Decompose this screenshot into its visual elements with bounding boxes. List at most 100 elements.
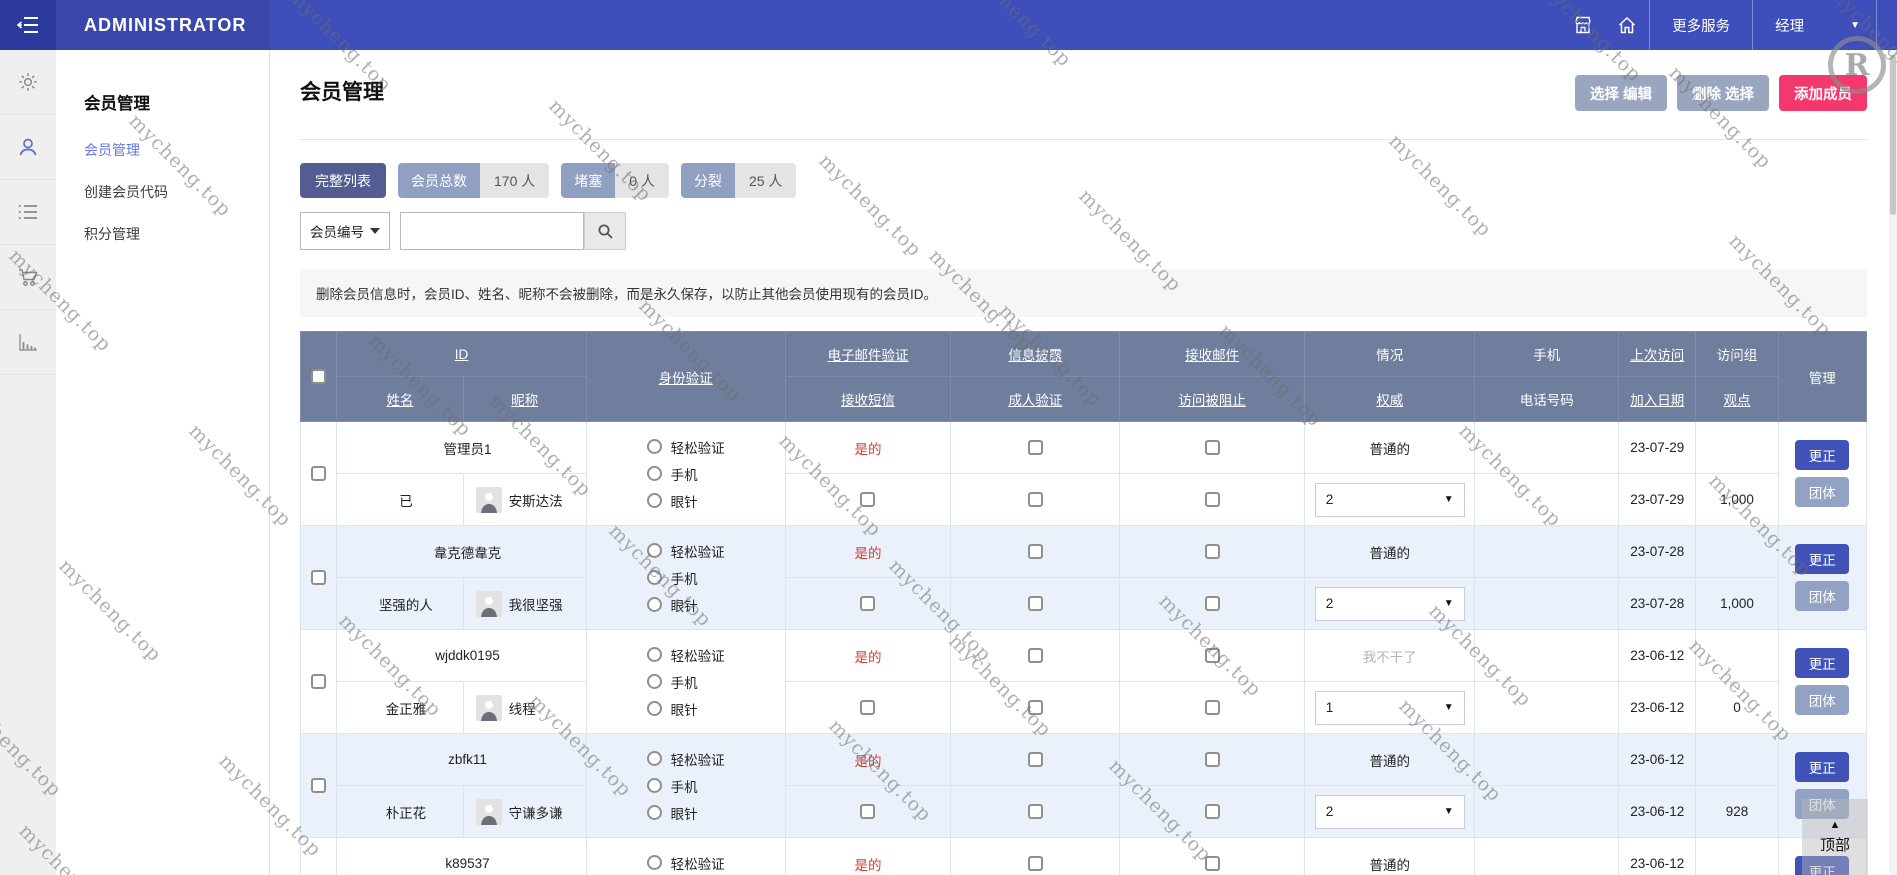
auth-radio[interactable]: 手机 <box>647 672 725 692</box>
members-icon[interactable] <box>0 115 56 180</box>
select-edit-button[interactable]: 选择 编辑 <box>1575 75 1667 111</box>
auth-radio[interactable]: 轻松验证 <box>647 853 725 873</box>
filter-full-list[interactable]: 完整列表 <box>300 163 386 198</box>
column-header[interactable]: 加入日期 <box>1630 393 1684 408</box>
auth-radio[interactable]: 轻松验证 <box>647 749 725 769</box>
info-disclosure-checkbox[interactable] <box>1028 440 1043 455</box>
info-disclosure-checkbox[interactable] <box>1028 752 1043 767</box>
search-button[interactable] <box>584 212 626 250</box>
auth-radio[interactable]: 眼针 <box>647 803 725 823</box>
add-member-button[interactable]: 添加成员 <box>1779 75 1867 111</box>
sidebar-item[interactable]: 创建会员代码 <box>84 182 269 202</box>
column-header[interactable]: 姓名 <box>386 393 413 408</box>
points: 0 <box>1696 682 1778 734</box>
column-header[interactable]: 身份验证 <box>659 371 713 386</box>
receive-mail-checkbox[interactable] <box>1205 544 1220 559</box>
adult-verify-checkbox[interactable] <box>1028 804 1043 819</box>
access-blocked-checkbox[interactable] <box>1205 804 1220 819</box>
auth-radio[interactable]: 轻松验证 <box>647 645 725 665</box>
store-icon[interactable] <box>1561 0 1605 50</box>
list-icon[interactable] <box>0 180 56 245</box>
receive-mail-checkbox[interactable] <box>1205 752 1220 767</box>
scrollbar-thumb[interactable] <box>1890 55 1896 215</box>
receive-mail-checkbox[interactable] <box>1205 648 1220 663</box>
auth-radio[interactable]: 手机 <box>647 464 725 484</box>
info-disclosure-checkbox[interactable] <box>1028 648 1043 663</box>
manager-menu[interactable]: 经理 ▼ <box>1752 0 1877 50</box>
join-date: 23-07-28 <box>1619 578 1696 630</box>
receive-mail-checkbox[interactable] <box>1205 440 1220 455</box>
auth-radio[interactable]: 眼针 <box>647 595 725 615</box>
row-checkbox[interactable] <box>311 674 326 689</box>
correct-button[interactable]: 更正 <box>1795 440 1849 470</box>
auth-radio[interactable]: 手机 <box>647 568 725 588</box>
receive-sms-checkbox[interactable] <box>860 804 875 819</box>
more-services-button[interactable]: 更多服务 <box>1649 0 1752 50</box>
column-header[interactable]: 昵称 <box>511 393 538 408</box>
chevron-down-icon[interactable]: ▼ <box>1850 20 1860 31</box>
auth-radio[interactable]: 轻松验证 <box>647 541 725 561</box>
authority-select[interactable]: 2▼ <box>1315 795 1465 829</box>
authority-select[interactable]: 2▼ <box>1315 483 1465 517</box>
receive-mail-checkbox[interactable] <box>1205 856 1220 871</box>
info-disclosure-checkbox[interactable] <box>1028 544 1043 559</box>
sidebar-item[interactable]: 积分管理 <box>84 224 269 244</box>
receive-sms-checkbox[interactable] <box>860 700 875 715</box>
access-blocked-checkbox[interactable] <box>1205 596 1220 611</box>
authority-select[interactable]: 2▼ <box>1315 587 1465 621</box>
cart-icon[interactable] <box>0 245 56 310</box>
column-header[interactable]: 观点 <box>1723 393 1750 408</box>
adult-verify-checkbox[interactable] <box>1028 492 1043 507</box>
column-header[interactable]: 电子邮件验证 <box>827 348 908 363</box>
column-header[interactable]: 成人验证 <box>1008 393 1062 408</box>
scrollbar-track[interactable] <box>1889 50 1897 875</box>
filter-stat-pill[interactable]: 分裂25 人 <box>681 163 796 198</box>
sidebar-item[interactable]: 会员管理 <box>84 140 269 160</box>
delete-select-button[interactable]: 删除 选择 <box>1677 75 1769 111</box>
filter-bar: 完整列表 会员总数170 人堵塞0 人分裂25 人 <box>300 163 1867 198</box>
join-date: 23-06-12 <box>1619 682 1696 734</box>
info-disclosure-checkbox[interactable] <box>1028 856 1043 871</box>
correct-button[interactable]: 更正 <box>1795 544 1849 574</box>
receive-sms-checkbox[interactable] <box>860 596 875 611</box>
column-header[interactable]: 上次访问 <box>1630 348 1684 363</box>
adult-verify-checkbox[interactable] <box>1028 596 1043 611</box>
group-button[interactable]: 团体 <box>1795 581 1849 611</box>
row-checkbox[interactable] <box>311 778 326 793</box>
auth-radio[interactable]: 手机 <box>647 776 725 796</box>
row-checkbox[interactable] <box>311 466 326 481</box>
column-header[interactable]: ID <box>455 347 469 362</box>
select-all-checkbox[interactable] <box>311 369 326 384</box>
correct-button[interactable]: 更正 <box>1795 752 1849 782</box>
column-header[interactable]: 信息披露 <box>1008 348 1062 363</box>
correct-button[interactable]: 更正 <box>1795 648 1849 678</box>
auth-radio[interactable]: 眼针 <box>647 491 725 511</box>
group-button[interactable]: 团体 <box>1795 477 1849 507</box>
auth-radio[interactable]: 轻松验证 <box>647 437 725 457</box>
home-icon[interactable] <box>1605 0 1649 50</box>
column-header[interactable]: 接收短信 <box>841 393 895 408</box>
access-blocked-checkbox[interactable] <box>1205 492 1220 507</box>
search-input[interactable] <box>400 212 584 250</box>
authority-select[interactable]: 1▼ <box>1315 691 1465 725</box>
arrow-up-icon: ▲ <box>1830 819 1841 831</box>
adult-verify-checkbox[interactable] <box>1028 700 1043 715</box>
chart-icon[interactable] <box>0 310 56 375</box>
column-header[interactable]: 接收邮件 <box>1185 348 1239 363</box>
search-field-select[interactable]: 会员编号 <box>300 212 390 250</box>
auth-radio[interactable]: 眼针 <box>647 699 725 719</box>
filter-stat-pill[interactable]: 会员总数170 人 <box>398 163 549 198</box>
back-to-top-button[interactable]: ▲ 顶部 <box>1802 799 1868 875</box>
settings-icon[interactable] <box>0 50 56 115</box>
column-header[interactable]: 访问被阻止 <box>1178 393 1246 408</box>
menu-toggle-icon[interactable] <box>0 0 56 50</box>
access-blocked-checkbox[interactable] <box>1205 700 1220 715</box>
row-checkbox[interactable] <box>311 570 326 585</box>
filter-stat-pill[interactable]: 堵塞0 人 <box>561 163 669 198</box>
last-visit-date: 23-06-12 <box>1619 734 1696 786</box>
receive-sms-checkbox[interactable] <box>860 492 875 507</box>
group-button[interactable]: 团体 <box>1795 685 1849 715</box>
member-row: 管理员1轻松验证手机眼针是的普通的23-07-29更正团体 <box>301 422 1867 474</box>
column-header[interactable]: 权威 <box>1376 393 1403 408</box>
topbar: ADMINISTRATOR 更多服务 经理 ▼ <box>0 0 1897 50</box>
